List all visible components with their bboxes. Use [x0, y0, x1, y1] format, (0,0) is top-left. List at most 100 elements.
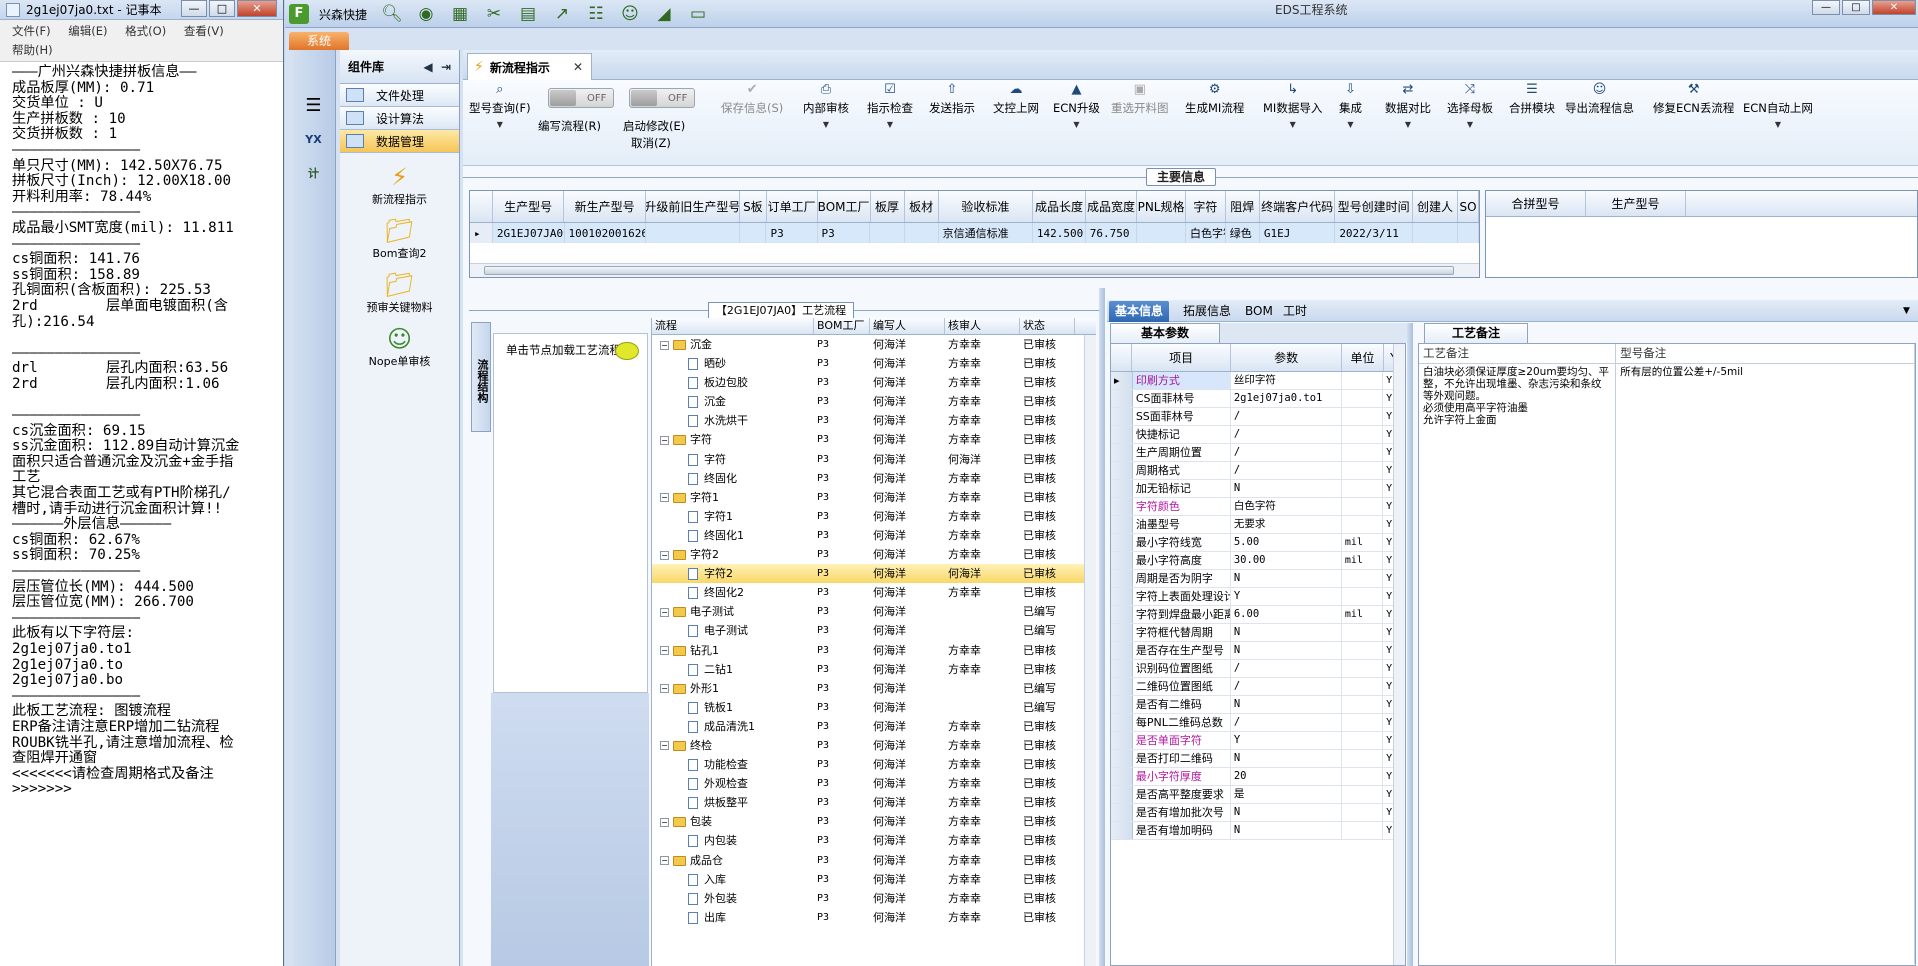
- main-info-data-row[interactable]: ▸2G1EJ07JA010010200162605 P3P3 京信通信标准142.5…: [470, 223, 1479, 243]
- menu-help[interactable]: 帮助(H): [12, 43, 53, 57]
- param-value[interactable]: N: [1231, 750, 1342, 767]
- tree-node[interactable]: 字符1: [652, 507, 814, 526]
- column-header[interactable]: 型号创建时间: [1335, 191, 1413, 222]
- send-instruction-button[interactable]: ⇧ 发送指示: [929, 80, 975, 116]
- tree-node[interactable]: 终固化: [652, 469, 814, 488]
- tree-row[interactable]: 出库 P3 何海洋 方幸幸 已审核: [652, 908, 1096, 927]
- cell[interactable]: G1EJ: [1260, 223, 1336, 243]
- row-indicator[interactable]: [1111, 642, 1133, 659]
- column-header[interactable]: 订单工厂: [767, 191, 818, 222]
- param-row[interactable]: 是否存在生产型号 N Y: [1111, 642, 1405, 660]
- param-value[interactable]: /: [1231, 462, 1342, 479]
- tree-node[interactable]: 烘板整平: [652, 793, 814, 812]
- user-icon[interactable]: ☺: [618, 3, 642, 25]
- tree-row[interactable]: − 字符2 P3 何海洋 方幸幸 已审核: [652, 545, 1096, 564]
- splitter[interactable]: [1099, 288, 1105, 966]
- param-value[interactable]: /: [1231, 660, 1342, 677]
- column-header[interactable]: 核审人: [945, 318, 1020, 334]
- tree-node[interactable]: − 电子测试: [652, 602, 814, 621]
- cell[interactable]: 10010200162605: [565, 223, 646, 243]
- param-row[interactable]: 识别码位置图纸 / Y: [1111, 660, 1405, 678]
- tree-row[interactable]: − 包装 P3 何海洋 方幸幸 已审核: [652, 812, 1096, 831]
- grid-icon[interactable]: ▦: [448, 3, 472, 25]
- cell[interactable]: 2G1EJ07JA0: [493, 223, 565, 243]
- tree-node[interactable]: 字符2: [652, 564, 814, 583]
- tabs-dropdown-icon[interactable]: ▼: [1897, 301, 1916, 322]
- collapse-icon[interactable]: −: [660, 817, 669, 827]
- param-value[interactable]: N: [1231, 642, 1342, 659]
- cell[interactable]: 绿色: [1226, 223, 1260, 243]
- tree-node[interactable]: 入库: [652, 870, 814, 889]
- tree-node[interactable]: − 字符1: [652, 488, 814, 507]
- tab-extended-info[interactable]: 拓展信息: [1177, 301, 1237, 322]
- start-edit-toggle[interactable]: OFF: [629, 88, 695, 108]
- cell[interactable]: [740, 223, 767, 243]
- library-section-data[interactable]: 数据管理: [340, 130, 459, 153]
- close-tab-icon[interactable]: ✕: [573, 60, 583, 74]
- cell[interactable]: [1458, 223, 1479, 243]
- area-icon[interactable]: ◢: [652, 3, 676, 25]
- column-header[interactable]: 新生产型号: [564, 191, 646, 222]
- tree-row[interactable]: 二钻1 P3 何海洋 方幸幸 已审核: [652, 660, 1096, 679]
- column-header[interactable]: 参数: [1231, 344, 1343, 371]
- tree-row[interactable]: − 钻孔1 P3 何海洋 方幸幸 已审核: [652, 641, 1096, 660]
- collapse-icon[interactable]: −: [660, 493, 669, 503]
- tree-node[interactable]: 终固化2: [652, 583, 814, 602]
- data-compare-button[interactable]: ⇄ 数据对比 ▼: [1385, 80, 1431, 129]
- cell[interactable]: [646, 223, 740, 243]
- scissors-icon[interactable]: ✂: [482, 3, 506, 25]
- tab-work-hours[interactable]: 工时: [1277, 301, 1313, 322]
- tree-row[interactable]: 终固化1 P3 何海洋 方幸幸 已审核: [652, 526, 1096, 545]
- tree-node[interactable]: − 字符2: [652, 545, 814, 564]
- collapse-icon[interactable]: −: [660, 607, 669, 617]
- param-value[interactable]: N: [1231, 480, 1342, 497]
- system-tab[interactable]: 系统: [289, 32, 349, 50]
- row-indicator[interactable]: [1111, 768, 1133, 785]
- param-row[interactable]: 油墨型号 无要求 Y: [1111, 516, 1405, 534]
- param-value[interactable]: /: [1231, 444, 1342, 461]
- row-indicator[interactable]: [1111, 462, 1133, 479]
- row-indicator[interactable]: ▸: [1111, 372, 1133, 389]
- tree-node[interactable]: − 外形1: [652, 679, 814, 698]
- row-indicator[interactable]: [1111, 390, 1133, 407]
- minimize-button[interactable]: —: [181, 0, 207, 17]
- column-header[interactable]: 升级前旧生产型号: [646, 191, 741, 222]
- column-header[interactable]: 单位: [1342, 344, 1384, 371]
- tree-row[interactable]: 水洗烘干 P3 何海洋 方幸幸 已审核: [652, 411, 1096, 430]
- scrollbar-thumb[interactable]: [484, 266, 1454, 275]
- menu-file[interactable]: 文件(F): [12, 24, 51, 38]
- column-header[interactable]: 阻焊: [1226, 191, 1260, 222]
- param-row[interactable]: 字符到焊盘最小距离 6.00 mil Y: [1111, 606, 1405, 624]
- model-note[interactable]: 所有层的位置公差+/-5mil: [1616, 364, 1915, 964]
- row-indicator[interactable]: [1111, 444, 1133, 461]
- tree-node[interactable]: 内包装: [652, 831, 814, 850]
- param-value[interactable]: N: [1231, 804, 1342, 821]
- close-button[interactable]: ✕: [237, 0, 277, 17]
- column-header[interactable]: 成品长度: [1033, 191, 1086, 222]
- column-header[interactable]: 生产型号: [1586, 191, 1686, 216]
- param-value[interactable]: 丝印字符: [1231, 372, 1342, 389]
- model-query-button[interactable]: ⌕ 型号查询(F) ▼: [469, 80, 531, 129]
- param-row[interactable]: 二维码位置图纸 / Y: [1111, 678, 1405, 696]
- row-indicator[interactable]: [1111, 786, 1133, 803]
- param-value[interactable]: 2g1ej07ja0.to1: [1231, 390, 1342, 407]
- param-row[interactable]: 字符上表面处理设计 Y Y: [1111, 588, 1405, 606]
- param-value[interactable]: 无要求: [1231, 516, 1342, 533]
- tool-key-material[interactable]: 📁︎ 预审关键物料: [340, 271, 459, 315]
- tree-node[interactable]: − 字符: [652, 430, 814, 449]
- flow-structure-tab[interactable]: 流程结构: [471, 322, 491, 432]
- row-indicator[interactable]: [1111, 498, 1133, 515]
- tree-row[interactable]: 入库 P3 何海洋 方幸幸 已审核: [652, 870, 1096, 889]
- tree-row[interactable]: 终固化 P3 何海洋 方幸幸 已审核: [652, 469, 1096, 488]
- param-row[interactable]: 每PNL二维码总数 / Y: [1111, 714, 1405, 732]
- tree-node[interactable]: 外观检查: [652, 774, 814, 793]
- strip-item-yx[interactable]: YX: [297, 124, 331, 154]
- tree-node[interactable]: 铣板1: [652, 698, 814, 717]
- tree-row[interactable]: 外包装 P3 何海洋 方幸幸 已审核: [652, 889, 1096, 908]
- param-value[interactable]: Y: [1231, 732, 1342, 749]
- column-header[interactable]: 流程: [652, 318, 814, 334]
- param-row[interactable]: 最小字符厚度 20 Y: [1111, 768, 1405, 786]
- row-indicator[interactable]: [1111, 822, 1133, 839]
- tree-row[interactable]: 铣板1 P3 何海洋 已编写: [652, 698, 1096, 717]
- tree-row[interactable]: − 沉金 P3 何海洋 方幸幸 已审核: [652, 335, 1096, 354]
